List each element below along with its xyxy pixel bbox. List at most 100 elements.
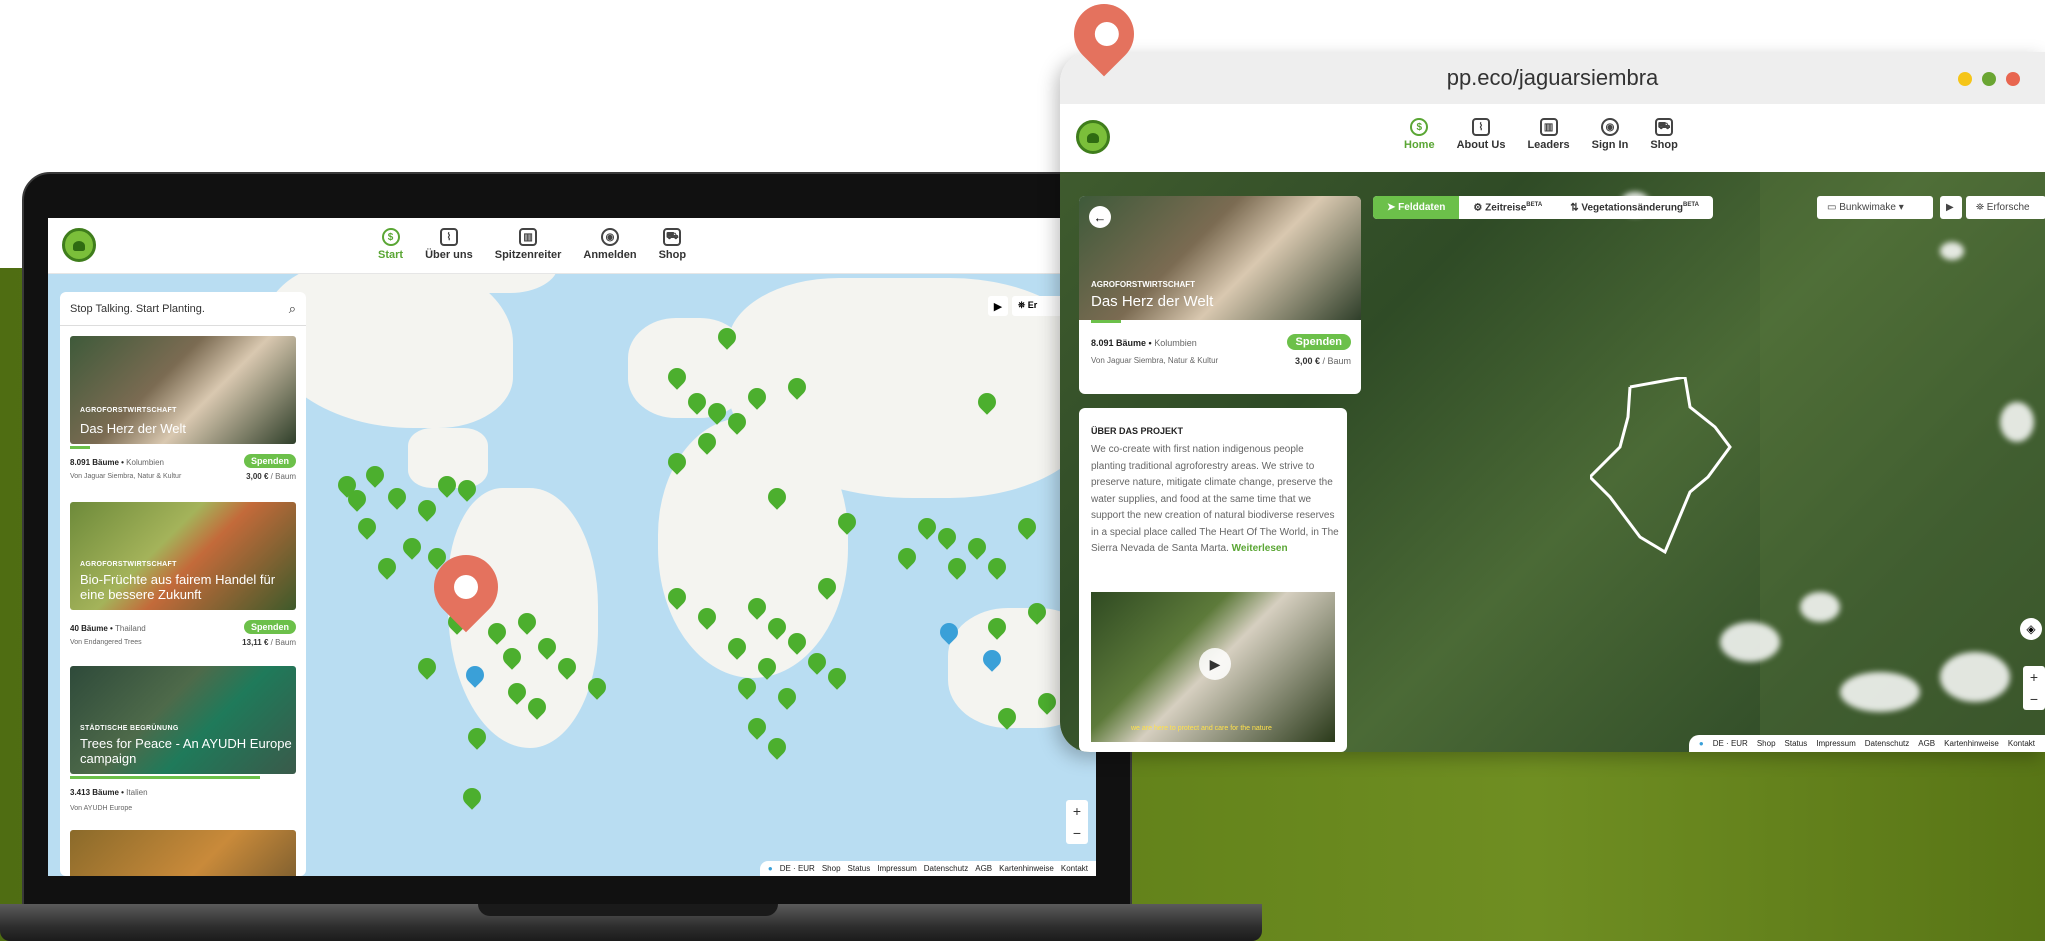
nav-home[interactable]: $ Home (1404, 118, 1435, 151)
zoom-control: + − (2023, 666, 2045, 710)
map-pin[interactable] (934, 524, 960, 550)
play-button[interactable]: ▶ (1940, 196, 1962, 219)
donate-button[interactable]: Spenden (243, 620, 296, 634)
map-pin[interactable] (744, 714, 770, 740)
nav-about[interactable]: ⌇ Über uns (425, 228, 473, 261)
browser-topbar: $ Home ⌇ About Us ▥ Leaders ◉ Sign In ⛟ Shop (1060, 104, 2045, 172)
footer-link[interactable]: Kontakt (1061, 864, 1088, 873)
project-sidebar: Stop Talking. Start Planting. ⌕ AGROFORS… (60, 292, 306, 876)
donate-button[interactable]: Spenden (1286, 334, 1351, 350)
zoom-in-button[interactable]: + (2030, 669, 2038, 685)
map-pin[interactable] (734, 674, 760, 700)
map-pin[interactable] (354, 514, 380, 540)
project-detail-card[interactable]: ← AGROFORSTWIRTSCHAFT Das Herz der Welt … (1079, 196, 1361, 394)
map-footer: ● DE · EUR Shop Status Impressum Datensc… (759, 861, 1096, 876)
play-icon[interactable]: ▶ (1199, 648, 1231, 680)
window-dot-green[interactable] (1982, 72, 1996, 86)
footer-link[interactable]: Status (1785, 739, 1808, 748)
cart-icon: ⛟ (663, 228, 682, 246)
footer-link[interactable]: Shop (1757, 739, 1776, 748)
footer-link[interactable]: AGB (975, 864, 992, 873)
map-pin[interactable] (914, 514, 940, 540)
satellite-map[interactable]: ➤ Felddaten ⚙ ZeitreiseBETA ⇅ Vegetation… (1060, 172, 2045, 752)
map-pin[interactable] (944, 554, 970, 580)
user-icon: ◉ (600, 228, 619, 246)
search-input[interactable]: Stop Talking. Start Planting. ⌕ (60, 292, 306, 326)
footer-link[interactable]: Datenschutz (924, 864, 968, 873)
address-bar[interactable]: pp.eco/jaguarsiembra (1060, 52, 2045, 104)
map-pin[interactable] (459, 784, 485, 810)
nav-signin[interactable]: ◉ Anmelden (583, 228, 637, 261)
map-pin[interactable] (824, 664, 850, 690)
footer-link[interactable]: Kartenhinweise (1944, 739, 1999, 748)
cloud (1720, 622, 1780, 662)
tab-zeitreise[interactable]: ⚙ ZeitreiseBETA (1459, 196, 1556, 219)
area-select[interactable]: ▭ Bunkwimake ▾ (1817, 196, 1933, 219)
logo[interactable] (1076, 120, 1110, 154)
project-card[interactable]: STÄDTISCHE BEGRÜNUNG Trees for Peace - A… (70, 666, 296, 812)
back-arrow-icon[interactable]: ← (1089, 206, 1111, 228)
map-pin[interactable] (384, 484, 410, 510)
map-pin[interactable] (1014, 514, 1040, 540)
nav-about[interactable]: ⌇ About Us (1457, 118, 1505, 151)
tab-vegetation[interactable]: ⇅ VegetationsänderungBETA (1556, 196, 1713, 219)
logo[interactable] (62, 228, 96, 262)
zoom-in-button[interactable]: + (1073, 803, 1081, 819)
nav-shop[interactable]: ⛟ Shop (659, 228, 686, 261)
footer-link[interactable]: Impressum (1816, 739, 1856, 748)
user-icon: ◉ (1600, 118, 1619, 136)
project-area-polygon[interactable] (1590, 377, 1750, 567)
project-card[interactable] (70, 830, 296, 876)
nav-start[interactable]: $ Start (378, 228, 403, 261)
window-dot-red[interactable] (2006, 72, 2020, 86)
map-pin[interactable] (399, 534, 425, 560)
map-pin[interactable] (414, 496, 440, 522)
map-pin[interactable] (774, 684, 800, 710)
tab-felddaten[interactable]: ➤ Felddaten (1373, 196, 1460, 220)
leaf-icon: ⌇ (1472, 118, 1490, 136)
map-pin[interactable] (964, 534, 990, 560)
search-icon[interactable]: ⌕ (289, 301, 296, 317)
map-pin[interactable] (464, 724, 490, 750)
nav-leaders[interactable]: ▥ Leaders (1527, 118, 1570, 151)
read-more-link[interactable]: Weiterlesen (1232, 543, 1288, 554)
footer-currency[interactable]: DE · EUR (780, 864, 815, 873)
project-image: ← AGROFORSTWIRTSCHAFT Das Herz der Welt (1079, 196, 1361, 320)
footer-link[interactable]: Status (848, 864, 871, 873)
map-pin[interactable] (764, 734, 790, 760)
footer-link[interactable]: AGB (1918, 739, 1935, 748)
progress-bar (70, 776, 260, 779)
map-pin[interactable] (362, 462, 388, 488)
donate-button[interactable]: Spenden (243, 454, 296, 468)
footer-link[interactable]: Shop (822, 864, 841, 873)
window-dot-yellow[interactable] (1958, 72, 1972, 86)
map-pin[interactable] (414, 654, 440, 680)
map-pin[interactable] (894, 544, 920, 570)
explore-button[interactable]: ⛯ Erforsche (1966, 196, 2045, 219)
map-footer: ● DE · EUR Shop Status Impressum Datensc… (1688, 735, 2045, 752)
layers-icon[interactable]: ◈ (2020, 618, 2042, 640)
cloud (1940, 242, 1964, 260)
play-button[interactable]: ▶ (988, 296, 1008, 316)
nav-leaders[interactable]: ▥ Spitzenreiter (495, 228, 561, 261)
footer-link[interactable]: Datenschutz (1865, 739, 1909, 748)
project-video[interactable]: ▶ we are here to protect and care for th… (1091, 592, 1335, 742)
nav-shop[interactable]: ⛟ Shop (1650, 118, 1678, 151)
zoom-out-button[interactable]: − (2030, 691, 2038, 707)
project-card[interactable]: AGROFORSTWIRTSCHAFT Das Herz der Welt 8.… (70, 336, 296, 481)
zoom-out-button[interactable]: − (1073, 825, 1081, 841)
footer-link[interactable]: Impressum (877, 864, 917, 873)
map-pin[interactable] (374, 554, 400, 580)
laptop-screen: $ Start ⌇ Über uns ▥ Spitzenreiter ◉ Anmelde… (48, 218, 1096, 876)
main-nav: $ Start ⌇ Über uns ▥ Spitzenreiter ◉ Anmelde… (378, 228, 686, 261)
footer-link[interactable]: Kontakt (2008, 739, 2035, 748)
leaf-icon: ⌇ (439, 228, 458, 246)
footer-link[interactable]: Kartenhinweise (999, 864, 1054, 873)
cloud (1800, 592, 1840, 622)
nav-signin[interactable]: ◉ Sign In (1592, 118, 1628, 151)
project-card[interactable]: AGROFORSTWIRTSCHAFT Bio-Früchte aus fair… (70, 502, 296, 647)
donate-icon: $ (1410, 118, 1429, 136)
footer-currency[interactable]: DE · EUR (1713, 739, 1748, 748)
map-pin[interactable] (984, 554, 1010, 580)
leaderboard-icon: ▥ (519, 228, 538, 246)
